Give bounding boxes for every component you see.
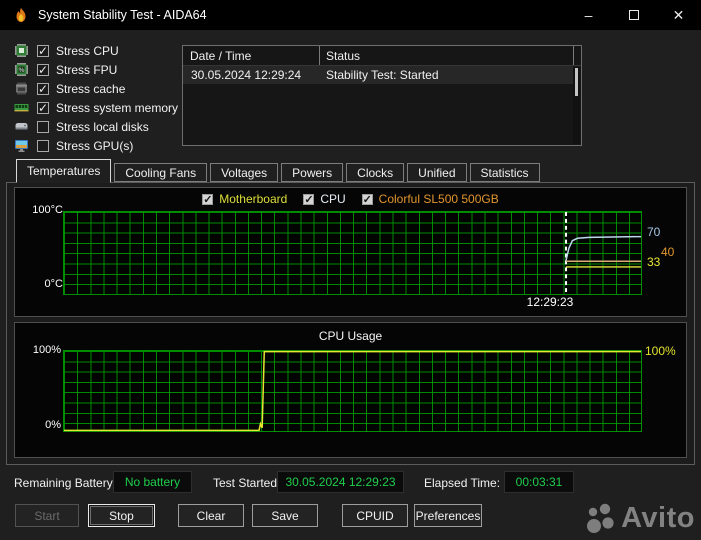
log-table-header: Date / Time Status bbox=[183, 46, 581, 66]
cpu-temp-value-label: 70 bbox=[647, 225, 661, 239]
window-controls: – ✕ bbox=[566, 0, 701, 30]
stress-option-checkbox[interactable] bbox=[37, 63, 49, 77]
test-started-label: Test Started: bbox=[213, 476, 281, 490]
stop-button[interactable]: Stop bbox=[88, 504, 155, 527]
log-cell-status: Stability Test: Started bbox=[326, 68, 439, 82]
test-started-value: 30.05.2024 12:29:23 bbox=[277, 471, 404, 493]
save-button[interactable]: Save bbox=[252, 504, 318, 527]
start-button: Start bbox=[15, 504, 79, 527]
fpu-chip-icon: % bbox=[14, 62, 29, 77]
tab-bar: Temperatures Cooling Fans Voltages Powers Cl… bbox=[16, 159, 543, 183]
cache-chip-icon bbox=[14, 81, 29, 96]
preferences-button[interactable]: Preferences bbox=[414, 504, 482, 527]
cpu-usage-chart-grid bbox=[63, 350, 642, 432]
stress-option-checkbox[interactable] bbox=[37, 82, 49, 96]
maximize-icon[interactable] bbox=[611, 0, 656, 30]
stress-option-label: Stress GPU(s) bbox=[56, 138, 134, 153]
temperature-chart-lines bbox=[565, 212, 642, 294]
stress-options-list: Stress CPU% Stress FPU Stress cache Stress … bbox=[14, 41, 178, 155]
legend-item: Motherboard bbox=[202, 192, 287, 206]
temperature-legend: Motherboard CPU Colorful SL500 500GB bbox=[15, 192, 686, 206]
legend-label: CPU bbox=[320, 192, 346, 206]
hard-disk-icon bbox=[14, 119, 29, 134]
stress-option-checkbox[interactable] bbox=[37, 139, 49, 152]
tab-clocks[interactable]: Clocks bbox=[346, 163, 405, 182]
stress-option-checkbox[interactable] bbox=[37, 44, 49, 58]
cpu-chip-icon bbox=[14, 43, 29, 58]
close-icon[interactable]: ✕ bbox=[656, 0, 701, 30]
avito-watermark-text: Avito bbox=[621, 502, 695, 534]
test-start-time-label: 12:29:23 bbox=[526, 295, 574, 309]
gpu-monitor-icon bbox=[14, 138, 29, 153]
tab-unified[interactable]: Unified bbox=[407, 163, 467, 182]
stress-option-row[interactable]: Stress cache bbox=[14, 79, 178, 98]
stress-option-label: Stress system memory bbox=[56, 100, 179, 115]
maximize-glyph bbox=[628, 10, 639, 20]
log-rows: 30.05.2024 12:29:24 Stability Test: Start… bbox=[183, 66, 581, 84]
stress-option-row[interactable]: Stress GPU(s) bbox=[14, 136, 178, 155]
avito-logo-icon bbox=[587, 503, 614, 533]
temperature-chart-panel: Motherboard CPU Colorful SL500 500GB 100°C… bbox=[14, 187, 687, 317]
cpu-usage-title: CPU Usage bbox=[318, 329, 383, 343]
temp-axis-max-label: 100°C bbox=[32, 204, 63, 216]
cpuid-button[interactable]: CPUID bbox=[342, 504, 408, 527]
cpu-usage-chart-line bbox=[64, 350, 641, 432]
tab-statistics[interactable]: Statistics bbox=[469, 163, 540, 182]
legend-checkbox[interactable] bbox=[303, 193, 315, 206]
tab-temperatures[interactable]: Temperatures bbox=[16, 159, 112, 183]
log-scrollbar[interactable] bbox=[573, 67, 580, 144]
elapsed-time-value: 00:03:31 bbox=[504, 471, 574, 493]
stress-option-row[interactable]: Stress CPU bbox=[14, 41, 178, 60]
stress-option-row[interactable]: Stress local disks bbox=[14, 117, 178, 136]
log-column-datetime[interactable]: Date / Time bbox=[183, 46, 320, 65]
cpu-usage-value-label: 100% bbox=[645, 344, 676, 358]
tab-powers[interactable]: Powers bbox=[281, 163, 344, 182]
svg-text:%: % bbox=[19, 67, 25, 74]
avito-watermark: Avito bbox=[585, 502, 695, 535]
tab-cooling-fans[interactable]: Cooling Fans bbox=[114, 163, 208, 182]
stress-option-checkbox[interactable] bbox=[37, 120, 49, 133]
log-header-spacer bbox=[574, 46, 581, 65]
temperature-chart-grid bbox=[63, 211, 642, 295]
log-scrollbar-thumb[interactable] bbox=[575, 68, 578, 96]
stress-option-label: Stress FPU bbox=[56, 62, 118, 77]
legend-label: Colorful SL500 500GB bbox=[378, 192, 499, 206]
minimize-icon[interactable]: – bbox=[566, 0, 611, 30]
legend-item: Colorful SL500 500GB bbox=[361, 192, 499, 206]
tab-voltages[interactable]: Voltages bbox=[210, 163, 279, 182]
legend-checkbox[interactable] bbox=[361, 193, 373, 206]
stress-option-label: Stress cache bbox=[56, 81, 126, 96]
log-cell-datetime: 30.05.2024 12:29:24 bbox=[191, 68, 302, 82]
stress-option-row[interactable]: Stress system memory bbox=[14, 98, 178, 117]
temp-axis-min-label: 0°C bbox=[44, 278, 63, 290]
cpu-axis-min-label: 0% bbox=[45, 419, 61, 431]
ssd-temp-value-label: 40 bbox=[661, 245, 675, 259]
stress-option-checkbox[interactable] bbox=[37, 101, 49, 115]
memory-module-icon bbox=[14, 100, 29, 115]
elapsed-time-label: Elapsed Time: bbox=[424, 476, 501, 490]
battery-label: Remaining Battery: bbox=[14, 476, 117, 490]
aida64-flame-icon bbox=[16, 8, 26, 22]
clear-button[interactable]: Clear bbox=[178, 504, 244, 527]
legend-label: Motherboard bbox=[219, 192, 288, 206]
title-bar: System Stability Test - AIDA64 – ✕ bbox=[0, 0, 701, 30]
legend-checkbox[interactable] bbox=[202, 193, 214, 206]
legend-item: CPU bbox=[303, 192, 346, 206]
motherboard-temp-value-label: 33 bbox=[647, 255, 661, 269]
test-log-table: Date / Time Status 30.05.2024 12:29:24 St… bbox=[182, 45, 582, 146]
window-title: System Stability Test - AIDA64 bbox=[38, 8, 207, 22]
log-table-row[interactable]: 30.05.2024 12:29:24 Stability Test: Start… bbox=[183, 66, 573, 84]
battery-value: No battery bbox=[113, 471, 192, 493]
cpu-usage-chart-panel: CPU Usage 100% 0% 100% bbox=[14, 322, 687, 458]
log-column-status[interactable]: Status bbox=[320, 46, 574, 65]
stress-option-label: Stress local disks bbox=[56, 119, 149, 134]
stress-option-row[interactable]: % Stress FPU bbox=[14, 60, 178, 79]
stress-option-label: Stress CPU bbox=[56, 43, 119, 58]
cpu-axis-max-label: 100% bbox=[32, 344, 61, 356]
